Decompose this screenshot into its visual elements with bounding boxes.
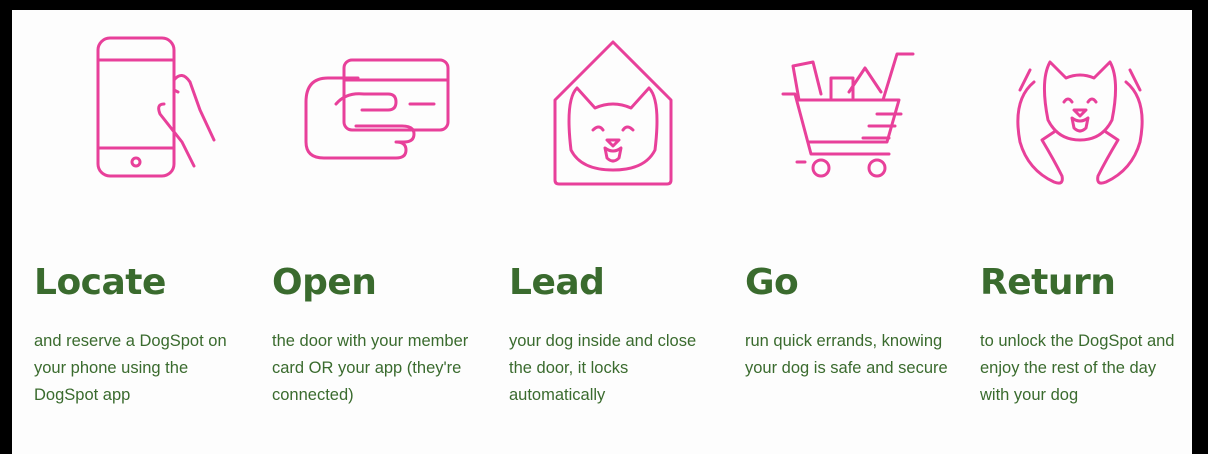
phone-in-hand-icon [82,30,262,200]
dog-in-hands-icon [990,30,1170,200]
step-title: Lead [509,262,605,303]
card-in-hand-icon [292,30,472,200]
step-description: your dog inside and close the door, it l… [509,332,697,404]
step-title: Open [272,262,377,303]
shopping-cart-icon [765,30,945,200]
step-description: run quick errands, knowing your dog is s… [745,332,948,377]
step-description: the door with your member card OR your a… [272,332,469,404]
dog-house-icon [531,30,711,200]
step-title: Return [980,262,1116,303]
step-description: to unlock the DogSpot and enjoy the rest… [980,332,1175,404]
step-title: Locate [34,262,166,303]
step-title: Go [745,262,799,303]
how-it-works-panel: Locate and reserve a DogSpot on your pho… [8,0,1196,454]
step-description: and reserve a DogSpot on your phone usin… [34,332,227,404]
